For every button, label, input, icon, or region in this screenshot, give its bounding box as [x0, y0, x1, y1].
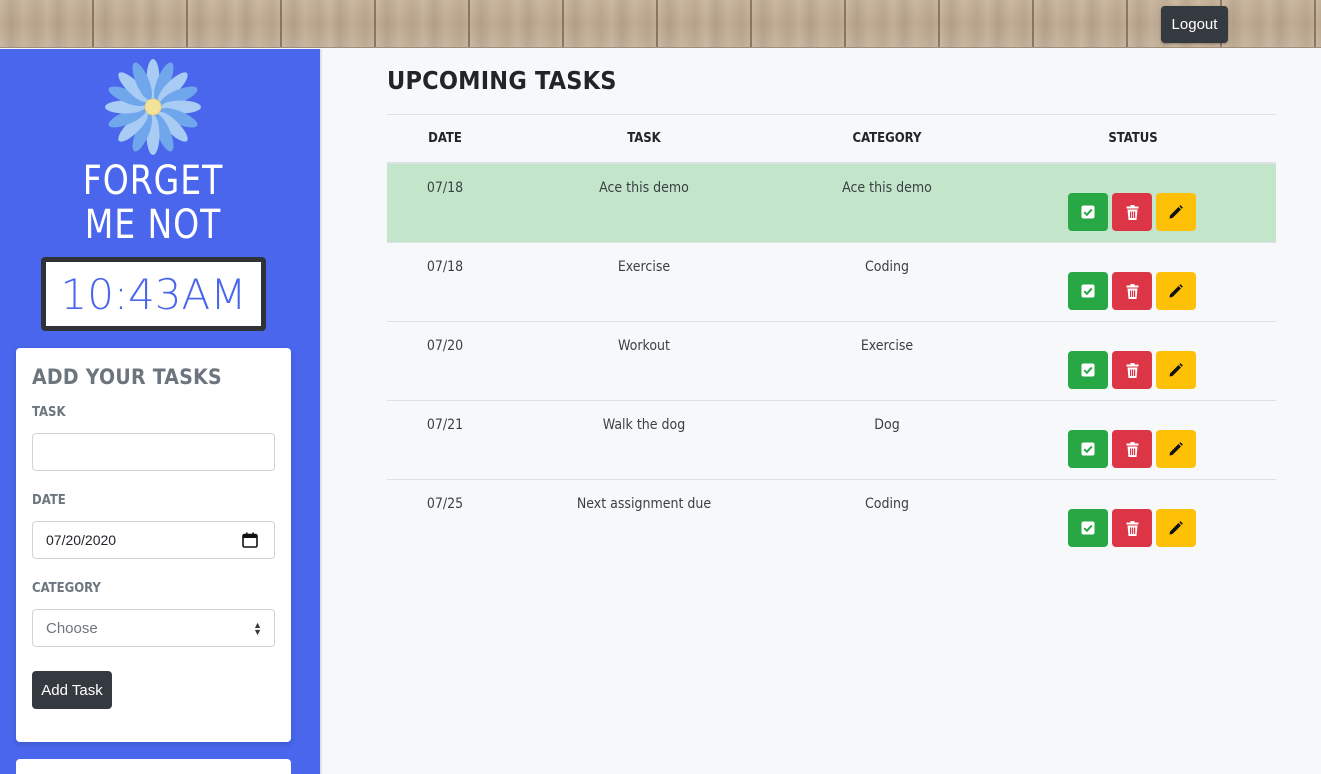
pencil-icon [1168, 283, 1184, 299]
delete-button[interactable] [1112, 430, 1152, 468]
table-row: 07/18 Ace this demo Ace this demo [387, 164, 1276, 243]
task-input[interactable] [32, 433, 275, 471]
complete-button[interactable] [1068, 193, 1108, 231]
row-date: 07/18 [426, 259, 464, 275]
pencil-icon [1168, 362, 1184, 378]
logout-button[interactable]: Logout [1161, 6, 1228, 43]
add-task-button[interactable]: Add Task [32, 671, 112, 709]
add-task-card: ADD YOUR TASKS TASK DATE 07/20/2020 CATE… [16, 348, 291, 742]
complete-button[interactable] [1068, 272, 1108, 310]
row-actions [1068, 430, 1196, 468]
row-date: 07/21 [426, 417, 464, 433]
row-category: Exercise [860, 338, 914, 354]
trash-icon [1126, 520, 1139, 536]
clock-display: 10:43AM [41, 257, 266, 331]
row-category: Coding [865, 259, 909, 275]
trash-icon [1126, 441, 1139, 457]
row-actions [1068, 509, 1196, 547]
table-body: 07/18 Ace this demo Ace this demo 07/18 Exer… [387, 164, 1276, 559]
trash-icon [1126, 283, 1139, 299]
brand-title: FORGET ME NOT [12, 159, 294, 247]
select-caret-icon: ▲ ▼ [253, 620, 262, 637]
brand-line-1: FORGET [82, 158, 224, 204]
column-header-category: CATEGORY [852, 131, 922, 146]
delete-button[interactable] [1112, 509, 1152, 547]
column-header-status: STATUS [1108, 131, 1158, 146]
date-value: 07/20/2020 [46, 532, 117, 548]
trash-icon [1126, 362, 1139, 378]
check-icon [1081, 521, 1095, 535]
edit-button[interactable] [1156, 193, 1196, 231]
date-input[interactable]: 07/20/2020 [32, 521, 275, 559]
row-task: Ace this demo [599, 180, 689, 196]
check-icon [1081, 205, 1095, 219]
row-actions [1068, 272, 1196, 310]
tasks-table: DATE TASK CATEGORY STATUS 07/18 Ace this … [387, 114, 1276, 559]
edit-button[interactable] [1156, 509, 1196, 547]
complete-button[interactable] [1068, 351, 1108, 389]
task-label: TASK [32, 405, 66, 420]
row-actions [1068, 193, 1196, 231]
pencil-icon [1168, 441, 1184, 457]
flower-logo-icon [105, 59, 201, 155]
page-title: UPCOMING TASKS [387, 66, 617, 95]
sidebar: FORGET ME NOT 10:43AM ADD YOUR TASKS TAS… [0, 49, 322, 774]
row-category: Coding [865, 496, 909, 512]
pencil-icon [1168, 204, 1184, 220]
edit-button[interactable] [1156, 272, 1196, 310]
edit-button[interactable] [1156, 351, 1196, 389]
table-row: 07/20 Workout Exercise [387, 322, 1276, 401]
add-task-title: ADD YOUR TASKS [32, 365, 222, 389]
header-wood-banner: Logout [0, 0, 1321, 48]
delete-button[interactable] [1112, 193, 1152, 231]
pencil-icon [1168, 520, 1184, 536]
table-header: DATE TASK CATEGORY STATUS [387, 115, 1276, 164]
row-task: Next assignment due [576, 496, 712, 512]
table-row: 07/18 Exercise Coding [387, 243, 1276, 322]
brand-line-2: ME NOT [84, 202, 222, 248]
column-header-date: DATE [428, 131, 462, 146]
category-selected: Choose [46, 619, 98, 637]
delete-button[interactable] [1112, 272, 1152, 310]
calendar-icon[interactable] [242, 532, 258, 548]
row-date: 07/18 [426, 180, 464, 196]
check-icon [1081, 442, 1095, 456]
complete-button[interactable] [1068, 430, 1108, 468]
row-task: Workout [618, 338, 670, 354]
category-select[interactable]: Choose ▲ ▼ [32, 609, 275, 647]
check-icon [1081, 363, 1095, 377]
row-date: 07/25 [426, 496, 464, 512]
date-label: DATE [32, 493, 66, 508]
row-category: Dog [874, 417, 900, 433]
row-category: Ace this demo [842, 180, 932, 196]
secondary-card [16, 759, 291, 774]
complete-button[interactable] [1068, 509, 1108, 547]
row-date: 07/20 [426, 338, 464, 354]
trash-icon [1126, 204, 1139, 220]
row-task: Exercise [617, 259, 671, 275]
edit-button[interactable] [1156, 430, 1196, 468]
table-row: 07/21 Walk the dog Dog [387, 401, 1276, 480]
row-actions [1068, 351, 1196, 389]
delete-button[interactable] [1112, 351, 1152, 389]
table-row: 07/25 Next assignment due Coding [387, 480, 1276, 559]
check-icon [1081, 284, 1095, 298]
column-header-task: TASK [627, 131, 661, 146]
category-label: CATEGORY [32, 581, 101, 596]
row-task: Walk the dog [602, 417, 686, 433]
